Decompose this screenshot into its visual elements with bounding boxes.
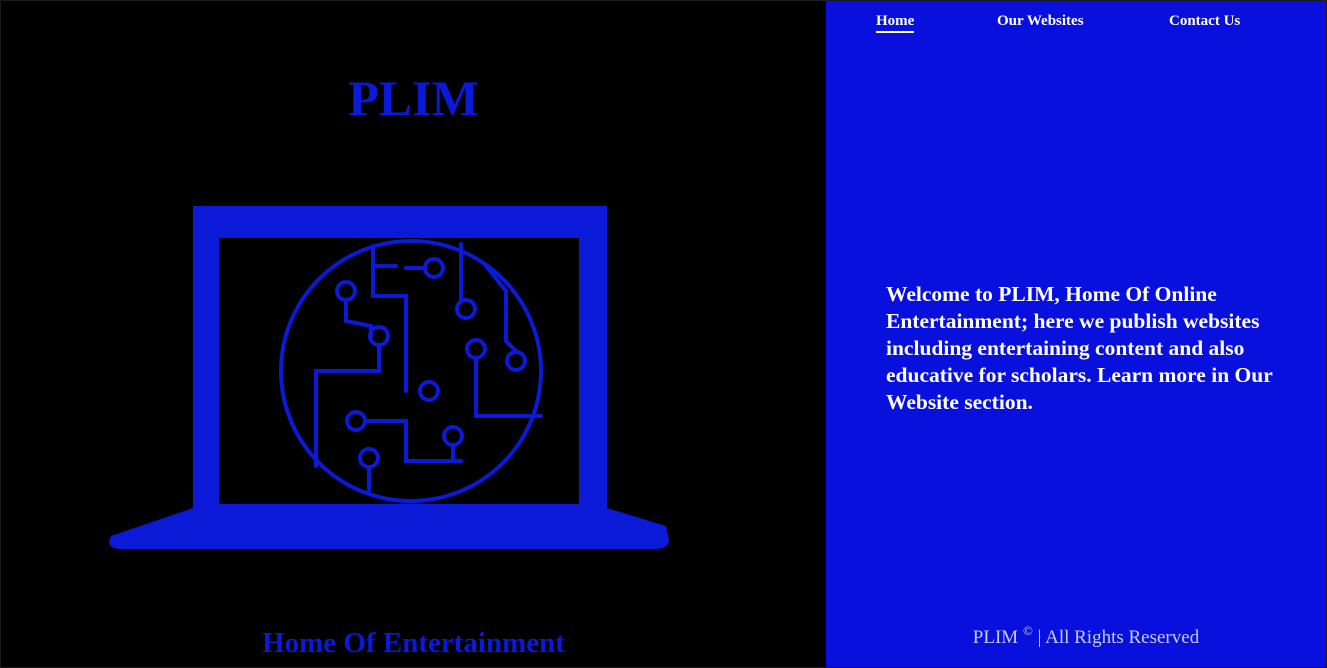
page: PLIM Home Of Entertainment Home Our Webs… [0, 0, 1327, 668]
nav-contact-us-link[interactable]: Contact Us [1169, 11, 1240, 31]
nav-home-link[interactable]: Home [876, 11, 915, 33]
nav-our-websites-link[interactable]: Our Websites [997, 11, 1084, 31]
laptop-circuit-icon [109, 206, 669, 549]
info-panel: Home Our Websites Contact Us Welcome to … [826, 1, 1326, 667]
copyright-symbol: © [1022, 623, 1033, 638]
footer-brand: PLIM [972, 627, 1019, 648]
hero-panel: PLIM Home Of Entertainment [1, 1, 826, 667]
tagline: Home Of Entertainment [262, 627, 565, 659]
footer-rights: | All Rights Reserved [1037, 627, 1200, 648]
main-nav: Home Our Websites Contact Us [826, 11, 1326, 37]
footer: PLIM © | All Rights Reserved [826, 617, 1326, 652]
brand-title: PLIM [348, 70, 479, 126]
welcome-text: Welcome to PLIM, Home Of Online Entertai… [886, 282, 1273, 414]
